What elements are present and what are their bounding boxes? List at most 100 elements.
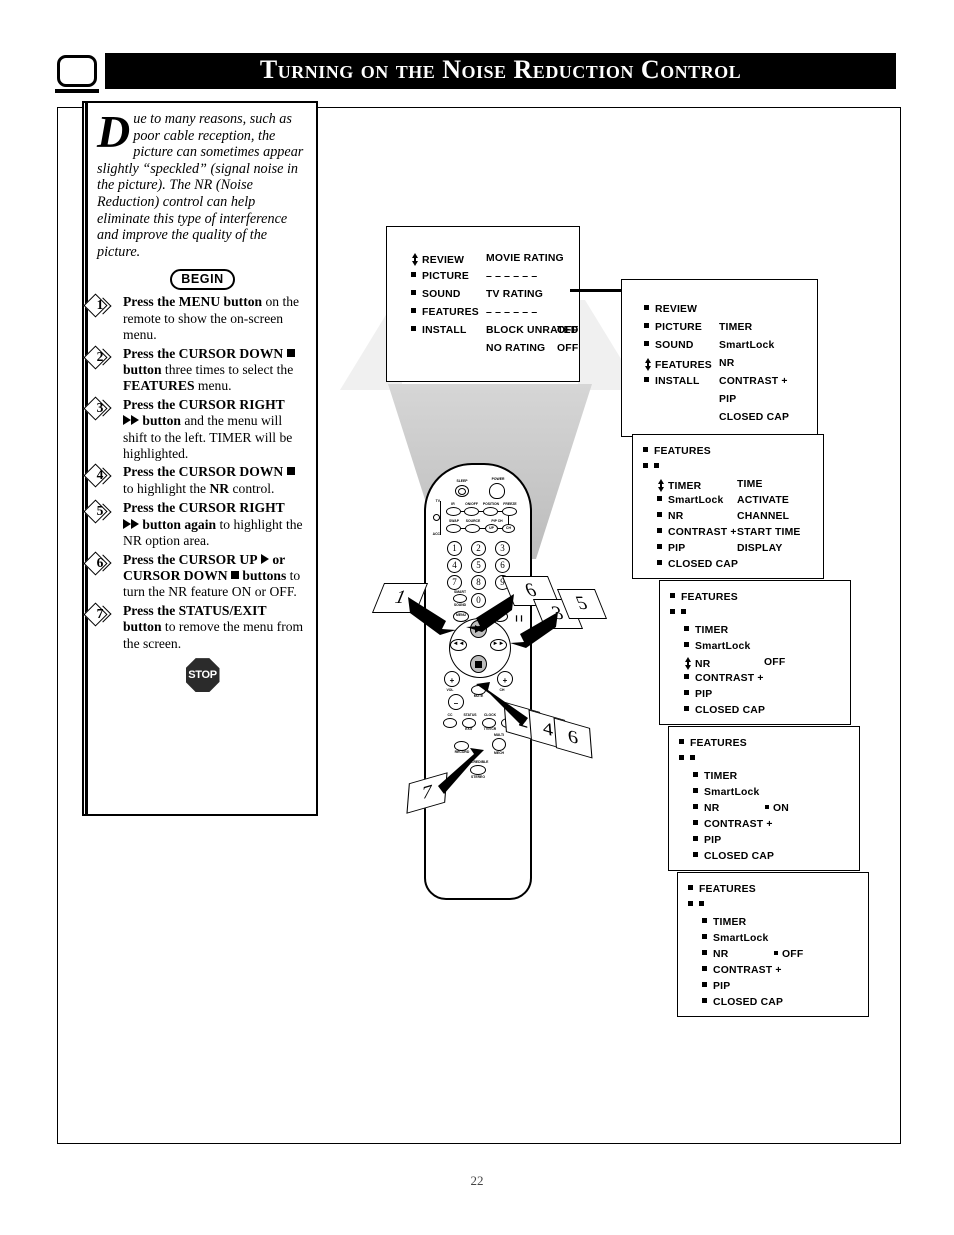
source-button[interactable] [465, 524, 480, 533]
osd1-right-5-value[interactable]: OFF [557, 343, 578, 354]
osd3-left-2[interactable]: NR [657, 511, 683, 522]
osd3-right-4[interactable]: DISPLAY [737, 543, 782, 554]
step-number-6: 6 [96, 554, 104, 570]
position-button[interactable] [483, 507, 498, 516]
osd5-left-0[interactable]: TIMER [693, 771, 737, 782]
bullet-icon [411, 326, 416, 331]
keypad-5[interactable]: 5 [471, 558, 486, 573]
osd3-right-3[interactable]: START TIME [737, 527, 801, 538]
osd5-left-1[interactable]: SmartLock [693, 787, 760, 798]
osd1-left-0[interactable]: REVIEW [411, 253, 464, 266]
osd3-left-1[interactable]: SmartLock [657, 495, 724, 506]
power-button[interactable] [489, 483, 505, 499]
osd2-right-4[interactable]: CONTRAST + [719, 376, 788, 387]
cc-button[interactable] [443, 718, 457, 728]
osd1-right-0[interactable]: MOVIE RATING [486, 253, 564, 264]
osd4-subbullets [670, 608, 692, 619]
osd2-right-3[interactable]: NR [719, 358, 734, 369]
osd5-left-2[interactable]: NR [693, 803, 719, 814]
osd3-left-4[interactable]: PIP [657, 543, 685, 554]
osd1-right-4-value[interactable]: OFF [557, 325, 578, 336]
step-2-tail: FEATURES [123, 378, 195, 394]
osd3-right-0[interactable]: TIME [737, 479, 763, 490]
osd4-left-4[interactable]: PIP [684, 689, 712, 700]
keypad-7[interactable]: 7 [447, 575, 462, 590]
osd4-left-5[interactable]: CLOSED CAP [684, 705, 765, 716]
osd1-right-1[interactable]: – – – – – – [486, 271, 537, 282]
osd4-left-3[interactable]: CONTRAST + [684, 673, 764, 684]
mode-selector[interactable] [433, 514, 440, 521]
osd2-left-4[interactable]: INSTALL [644, 376, 700, 387]
osd5-header: FEATURES [679, 738, 747, 749]
osd6-left-4[interactable]: PIP [702, 981, 730, 992]
step-number-badge-3: 3 [83, 396, 115, 421]
osd1-right-3[interactable]: – – – – – – [486, 307, 537, 318]
osd5-nr-value[interactable]: ON [765, 803, 789, 814]
ir-button[interactable] [446, 507, 461, 516]
step-text-5: Press the CURSOR RIGHT button again to h… [123, 500, 308, 549]
callout-3-5-hand [510, 612, 558, 648]
osd2-left-3[interactable]: FEATURES [644, 358, 712, 371]
bullet-icon [679, 739, 684, 744]
keypad-3[interactable]: 3 [495, 541, 510, 556]
osd-features-selected-menu: REVIEW PICTURE SOUND FEATURES INSTALL TI… [621, 279, 822, 441]
osd3-right-2[interactable]: CHANNEL [737, 511, 789, 522]
osd6-left-5[interactable]: CLOSED CAP [702, 997, 783, 1008]
bullet-icon [693, 772, 698, 777]
bullet-icon [644, 323, 649, 328]
stop-sign-icon: STOP [185, 658, 220, 693]
osd6-left-0[interactable]: TIMER [702, 917, 746, 928]
keypad-2[interactable]: 2 [471, 541, 486, 556]
osd2-right-6[interactable]: CLOSED CAP [719, 412, 789, 423]
osd6-nr-value[interactable]: OFF [774, 949, 803, 960]
intro-dropcap: D [97, 106, 131, 157]
osd2-right-1[interactable]: TIMER [719, 322, 752, 333]
bullet-icon [657, 528, 662, 533]
osd5-left-5[interactable]: CLOSED CAP [693, 851, 774, 862]
osd2-right-5[interactable]: PIP [719, 394, 736, 405]
osd6-left-3[interactable]: CONTRAST + [702, 965, 782, 976]
swap-button[interactable] [446, 524, 461, 533]
osd2-left-1[interactable]: PICTURE [644, 322, 702, 333]
instruction-step-6: 6 Press the CURSOR UP or CURSOR DOWN but… [83, 551, 308, 601]
sleep-button-inner[interactable] [458, 487, 466, 495]
osd1-left-1[interactable]: PICTURE [411, 271, 469, 282]
page-title-bar: Turning on the Noise Reduction Control [105, 53, 896, 89]
keypad-4[interactable]: 4 [447, 558, 462, 573]
osd3-left-0[interactable]: TIMER [657, 479, 701, 492]
bullet-icon [693, 820, 698, 825]
osd6-left-2[interactable]: NR [702, 949, 728, 960]
osd3-left-3[interactable]: CONTRAST + [657, 527, 737, 538]
bullet-icon [643, 463, 648, 468]
square-icon [286, 348, 295, 357]
onoff-button[interactable] [464, 507, 479, 516]
osd5-left-4[interactable]: PIP [693, 835, 721, 846]
osd6-left-1[interactable]: SmartLock [702, 933, 769, 944]
osd2-left-2[interactable]: SOUND [644, 340, 694, 351]
osd1-right-5[interactable]: NO RATING [486, 343, 545, 354]
freeze-label: FREEZE [503, 502, 517, 506]
bullet-icon [684, 690, 689, 695]
osd5-left-3[interactable]: CONTRAST + [693, 819, 773, 830]
osd3-left-5[interactable]: CLOSED CAP [657, 559, 738, 570]
osd1-left-4[interactable]: INSTALL [411, 325, 467, 336]
osd-main-menu-ratings: REVIEW PICTURE SOUND FEATURES INSTALL MO… [386, 226, 584, 386]
keypad-8[interactable]: 8 [471, 575, 486, 590]
keypad-6[interactable]: 6 [495, 558, 510, 573]
osd1-left-3[interactable]: FEATURES [411, 307, 479, 318]
osd1-right-2[interactable]: TV RATING [486, 289, 543, 300]
osd4-left-0[interactable]: TIMER [684, 625, 728, 636]
keypad-1[interactable]: 1 [447, 541, 462, 556]
osd4-left-1[interactable]: SmartLock [684, 641, 751, 652]
osd4-left-2[interactable]: NR [684, 657, 710, 670]
osd1-left-2[interactable]: SOUND [411, 289, 461, 300]
osd2-left-0[interactable]: REVIEW [644, 304, 697, 315]
osd4-nr-value[interactable]: OFF [764, 657, 785, 668]
bullet-icon [702, 950, 707, 955]
osd2-right-2[interactable]: SmartLock [719, 340, 775, 351]
osd3-right-1[interactable]: ACTIVATE [737, 495, 789, 506]
freeze-button[interactable] [502, 507, 517, 516]
bullet-icon [693, 836, 698, 841]
tv-screen-icon [57, 55, 97, 87]
callout-2-4-6-hand [476, 682, 528, 726]
